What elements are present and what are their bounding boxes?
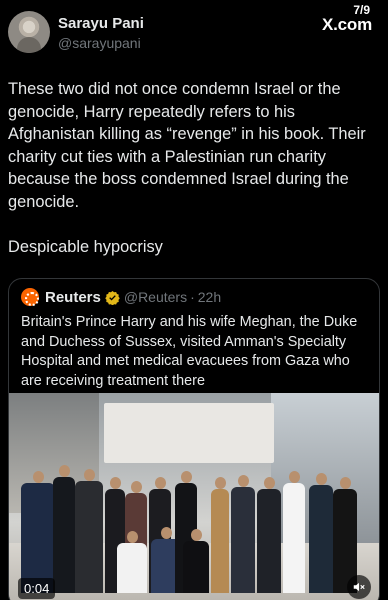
group-photo bbox=[17, 433, 377, 593]
quoted-video[interactable]: 0:04 bbox=[9, 393, 379, 600]
brand-watermark: X.com bbox=[321, 15, 372, 34]
verified-badge-icon bbox=[105, 290, 120, 305]
person bbox=[117, 531, 147, 593]
separator-dot: · bbox=[190, 289, 195, 305]
author-name[interactable]: Sarayu Pani bbox=[58, 15, 144, 32]
quoted-tweet-text: Britain's Prince Harry and his wife Megh… bbox=[21, 314, 358, 389]
tweet-paragraph-2: Despicable hypocrisy bbox=[8, 237, 163, 256]
reuters-logo-icon[interactable] bbox=[21, 288, 39, 306]
author-avatar[interactable] bbox=[8, 11, 50, 53]
person bbox=[231, 475, 255, 593]
quoted-tweet-card[interactable]: Reuters @Reuters · 22h Britain's Prince … bbox=[8, 278, 380, 600]
quoted-author-handle[interactable]: @Reuters bbox=[124, 289, 187, 305]
person bbox=[21, 471, 55, 593]
tweet-paragraph-1: These two did not once condemn Israel or… bbox=[8, 80, 366, 211]
person bbox=[257, 477, 281, 593]
author-handle[interactable]: @sarayupani bbox=[58, 35, 141, 51]
person bbox=[53, 465, 75, 593]
quoted-tweet-header: Reuters @Reuters · 22h bbox=[21, 287, 221, 307]
video-duration: 0:04 bbox=[18, 578, 56, 599]
person bbox=[283, 471, 305, 593]
person bbox=[309, 473, 333, 593]
quoted-author-name[interactable]: Reuters bbox=[45, 289, 101, 306]
person bbox=[211, 477, 229, 593]
speaker-muted-icon bbox=[353, 582, 365, 592]
person bbox=[75, 469, 103, 593]
mute-button[interactable] bbox=[347, 575, 371, 599]
tweet-header: Sarayu Pani @sarayupani 7/9 X.com bbox=[0, 0, 388, 70]
person bbox=[183, 529, 209, 593]
quoted-timestamp[interactable]: 22h bbox=[198, 289, 221, 305]
tweet-body: These two did not once condemn Israel or… bbox=[8, 78, 380, 258]
